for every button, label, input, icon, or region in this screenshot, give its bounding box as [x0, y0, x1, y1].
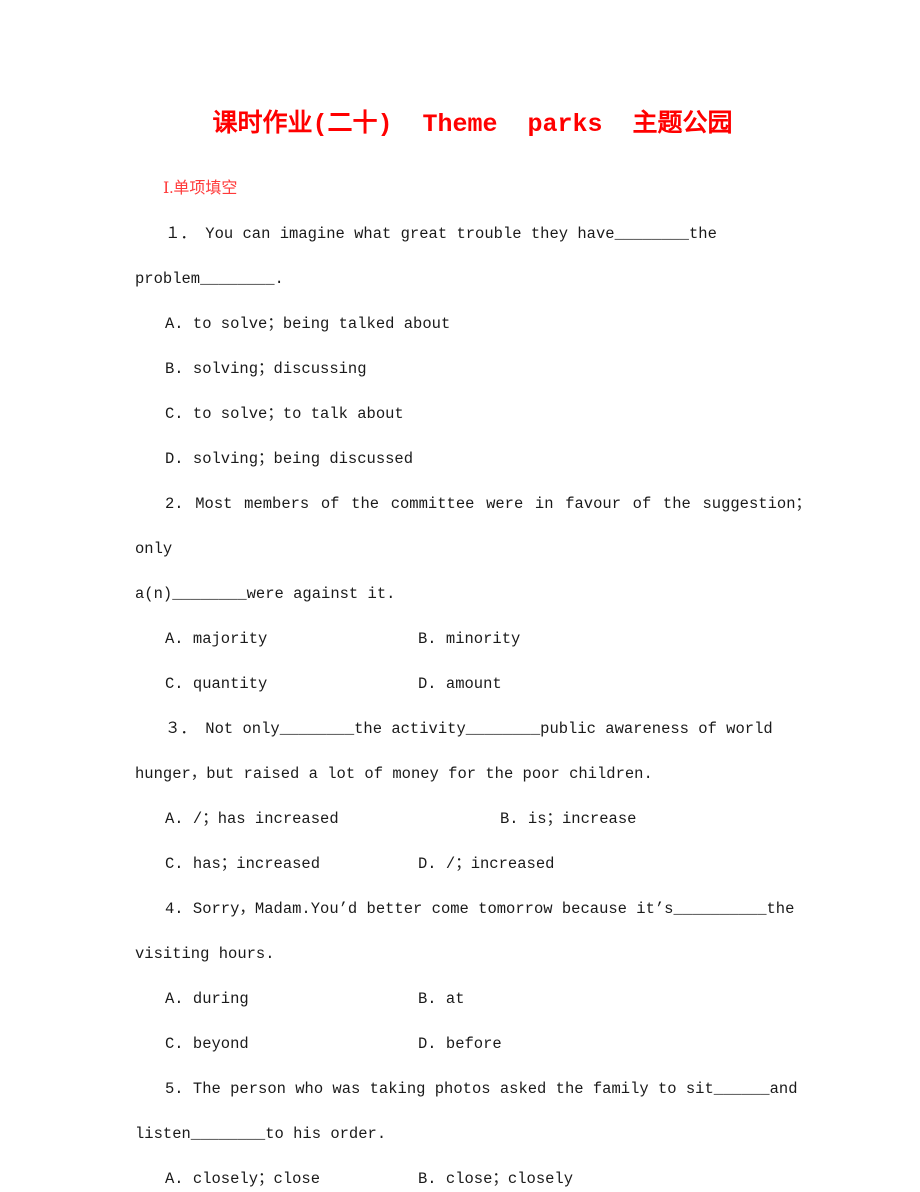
question-2-option-b[interactable]: B. minority — [418, 617, 520, 662]
question-2-stem-line-1: 2. Most members of the committee were in… — [135, 495, 811, 558]
question-3-option-b[interactable]: B. is；increase — [500, 797, 636, 842]
question-1-stem-cont: problem________. — [135, 257, 811, 302]
question-3-option-row-1: A. /；has increased B. is；increase — [135, 797, 811, 842]
question-5-option-row-1: A. closely；close B. close；closely — [135, 1157, 811, 1192]
question-3-stem-cont: hunger，but raised a lot of money for the… — [135, 752, 811, 797]
question-4-option-row-1: A. during B. at — [135, 977, 811, 1022]
question-1-option-b[interactable]: B. solving；discussing — [165, 347, 811, 392]
question-4-options: A. during B. at C. beyond D. before — [135, 977, 811, 1067]
question-2-stem-line-2: a(n)________were against it. — [135, 585, 396, 603]
question-1-stem-line-1: １． You can imagine what great trouble th… — [165, 225, 717, 243]
question-3-option-row-2: C. has；increased D. /；increased — [135, 842, 811, 887]
question-1-stem-line-2: problem________. — [135, 270, 284, 288]
question-5-stem-cont: listen________to his order. — [135, 1112, 811, 1157]
question-3-stem: ３． Not only________the activity________p… — [135, 707, 811, 752]
question-4-stem-cont: visiting hours. — [135, 932, 811, 977]
question-5-stem-line-1: 5. The person who was taking photos aske… — [165, 1080, 798, 1098]
question-5-stem: 5. The person who was taking photos aske… — [135, 1067, 811, 1112]
question-2-option-a[interactable]: A. majority — [165, 617, 267, 662]
question-4-option-b[interactable]: B. at — [418, 977, 465, 1022]
question-1-stem: １． You can imagine what great trouble th… — [135, 212, 811, 257]
worksheet-page: 课时作业(二十) Theme parks 主题公园 Ⅰ.单项填空 １． You … — [0, 0, 920, 1192]
question-1-options: A. to solve；being talked about B. solvin… — [135, 302, 811, 482]
question-2-stem-cont: a(n)________were against it. — [135, 572, 811, 617]
question-3-option-d[interactable]: D. /；increased — [418, 842, 554, 887]
question-4-option-row-2: C. beyond D. before — [135, 1022, 811, 1067]
question-4-option-a[interactable]: A. during — [165, 977, 249, 1022]
question-3-option-c[interactable]: C. has；increased — [165, 842, 320, 887]
question-1-option-c[interactable]: C. to solve；to talk about — [165, 392, 811, 437]
question-3-stem-line-1: ３． Not only________the activity________p… — [165, 720, 773, 738]
question-4-stem: 4. Sorry，Madam.You’d better come tomorro… — [135, 887, 811, 932]
question-2-options: A. majority B. minority C. quantity D. a… — [135, 617, 811, 707]
question-2-option-d[interactable]: D. amount — [418, 662, 502, 707]
question-3: ３． Not only________the activity________p… — [135, 707, 811, 887]
question-2: 2. Most members of the committee were in… — [135, 482, 811, 707]
question-2-stem: 2. Most members of the committee were in… — [135, 482, 811, 572]
question-5-option-a[interactable]: A. closely；close — [165, 1157, 320, 1192]
question-1-option-a[interactable]: A. to solve；being talked about — [165, 302, 811, 347]
question-2-option-row-2: C. quantity D. amount — [135, 662, 811, 707]
question-2-option-c[interactable]: C. quantity — [165, 662, 267, 707]
question-4-stem-line-1: 4. Sorry，Madam.You’d better come tomorro… — [165, 900, 795, 918]
questions-body: １． You can imagine what great trouble th… — [135, 212, 811, 1192]
question-4-option-d[interactable]: D. before — [418, 1022, 502, 1067]
section-heading-part-1: Ⅰ.单项填空 — [163, 180, 238, 197]
question-5-option-b[interactable]: B. close；closely — [418, 1157, 573, 1192]
question-4-option-c[interactable]: C. beyond — [165, 1022, 249, 1067]
question-3-options: A. /；has increased B. is；increase C. has… — [135, 797, 811, 887]
question-2-option-row-1: A. majority B. minority — [135, 617, 811, 662]
question-1-option-d[interactable]: D. solving；being discussed — [165, 437, 811, 482]
question-4: 4. Sorry，Madam.You’d better come tomorro… — [135, 887, 811, 1067]
page-title: 课时作业(二十) Theme parks 主题公园 — [212, 110, 733, 139]
question-3-option-a[interactable]: A. /；has increased — [165, 797, 339, 842]
question-1: １． You can imagine what great trouble th… — [135, 212, 811, 482]
question-5: 5. The person who was taking photos aske… — [135, 1067, 811, 1192]
question-5-options: A. closely；close B. close；closely C. clo… — [135, 1157, 811, 1192]
